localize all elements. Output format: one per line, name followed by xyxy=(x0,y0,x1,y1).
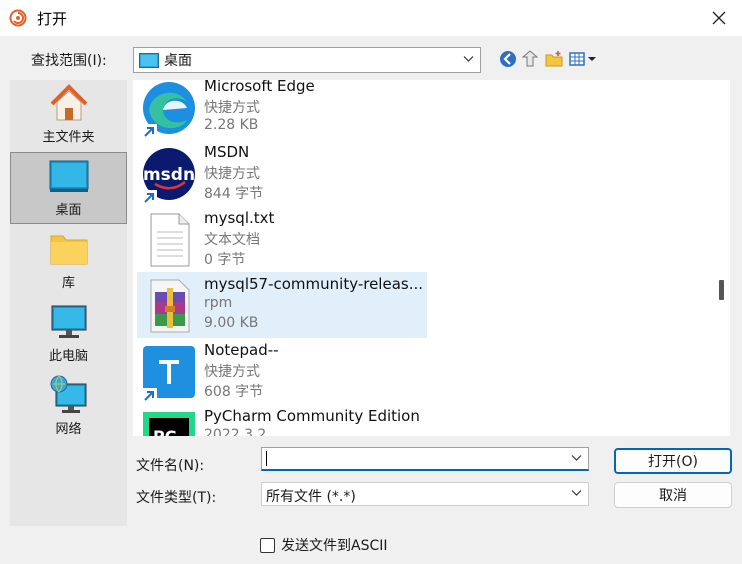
file-item[interactable]: mysql.txt 文本文档 0 字节 xyxy=(137,206,427,272)
file-name: Notepad-- xyxy=(204,341,279,359)
file-list[interactable]: Microsoft Edge 快捷方式 2.28 KB msdn MSDN 快捷… xyxy=(133,80,713,436)
pycharm-icon: PC xyxy=(143,412,195,436)
desktop-icon xyxy=(49,160,88,192)
filetype-label: 文件类型(T): xyxy=(136,490,217,506)
lookin-label: 查找范围(I): xyxy=(31,53,107,69)
file-type: 快捷方式 xyxy=(204,100,260,116)
checkbox-box[interactable] xyxy=(260,537,275,553)
place-label: 此电脑 xyxy=(48,349,88,364)
file-type: 快捷方式 xyxy=(204,166,260,182)
file-item-selected[interactable]: mysql57-community-releas... rpm 9.00 KB xyxy=(137,272,427,338)
place-library[interactable]: 库 xyxy=(10,226,127,298)
file-item[interactable]: PC PyCharm Community Edition 2022.3.2 xyxy=(137,404,427,436)
place-label: 主文件夹 xyxy=(42,130,95,145)
view-menu-icon[interactable] xyxy=(569,50,597,68)
file-size: 9.00 KB xyxy=(204,315,259,331)
file-name: mysql57-community-releas... xyxy=(204,275,424,293)
scrollbar-thumb[interactable] xyxy=(719,280,724,300)
text-caret xyxy=(266,451,267,466)
filename-input[interactable] xyxy=(261,447,589,471)
lookin-value: 桌面 xyxy=(164,53,192,69)
filename-label: 文件名(N): xyxy=(136,458,205,474)
place-home[interactable]: 主文件夹 xyxy=(10,80,127,152)
file-type: rpm xyxy=(204,295,233,311)
file-size: 844 字节 xyxy=(204,186,264,202)
place-label: 网络 xyxy=(55,422,82,437)
svg-text:msdn: msdn xyxy=(143,165,195,185)
close-icon xyxy=(712,11,726,25)
home-icon xyxy=(50,84,87,121)
file-size: 2.28 KB xyxy=(204,117,259,133)
archive-icon xyxy=(150,279,190,333)
file-item[interactable]: Notepad-- 快捷方式 608 字节 xyxy=(137,338,427,404)
app-icon xyxy=(9,9,27,27)
chevron-down-icon xyxy=(571,490,582,496)
new-folder-icon[interactable] xyxy=(545,50,563,68)
chevron-down-icon[interactable] xyxy=(571,454,582,462)
file-item[interactable]: Microsoft Edge 快捷方式 2.28 KB xyxy=(137,80,427,140)
window-title: 打开 xyxy=(37,10,68,28)
file-item[interactable]: msdn MSDN 快捷方式 844 字节 xyxy=(137,140,427,206)
places-sidebar: 主文件夹 桌面 库 此电脑 网络 xyxy=(10,80,127,526)
title-bar: 打开 xyxy=(0,0,742,36)
place-label: 库 xyxy=(61,276,75,291)
library-folder-icon xyxy=(50,235,87,265)
lookin-combo[interactable]: 桌面 xyxy=(133,47,481,73)
file-name: mysql.txt xyxy=(204,209,275,227)
file-type: 2022.3.2 xyxy=(204,427,267,436)
file-size: 608 字节 xyxy=(204,384,264,400)
close-button[interactable] xyxy=(696,0,742,36)
file-name: MSDN xyxy=(204,143,250,161)
open-button[interactable]: 打开(O) xyxy=(614,448,732,474)
place-computer[interactable]: 此电脑 xyxy=(10,299,127,371)
cancel-button[interactable]: 取消 xyxy=(614,482,732,508)
ascii-checkbox[interactable]: 发送文件到ASCII xyxy=(260,535,388,555)
text-file-icon xyxy=(150,213,190,267)
filetype-select[interactable]: 所有文件 (*.*) xyxy=(261,482,589,506)
file-size: 0 字节 xyxy=(204,252,246,268)
file-name: Microsoft Edge xyxy=(204,80,315,95)
desktop-folder-icon xyxy=(139,52,159,68)
computer-icon xyxy=(51,305,86,338)
file-list-scrollbar[interactable] xyxy=(713,80,730,436)
ascii-checkbox-label: 发送文件到ASCII xyxy=(281,538,388,554)
place-label: 桌面 xyxy=(55,203,82,218)
place-desktop[interactable]: 桌面 xyxy=(10,152,127,224)
chevron-down-icon xyxy=(463,56,474,62)
svg-text:PC: PC xyxy=(153,427,176,436)
shortcut-arrow-icon xyxy=(141,124,157,140)
file-type: 文本文档 xyxy=(204,232,260,248)
shortcut-arrow-icon xyxy=(141,190,157,206)
place-network[interactable]: 网络 xyxy=(10,372,127,444)
up-folder-icon[interactable] xyxy=(521,50,539,68)
file-type: 快捷方式 xyxy=(204,364,260,380)
shortcut-arrow-icon xyxy=(141,388,157,404)
file-name: PyCharm Community Edition xyxy=(204,407,420,425)
back-icon[interactable] xyxy=(499,50,517,68)
network-icon xyxy=(50,375,86,413)
filetype-value: 所有文件 (*.*) xyxy=(266,489,356,505)
